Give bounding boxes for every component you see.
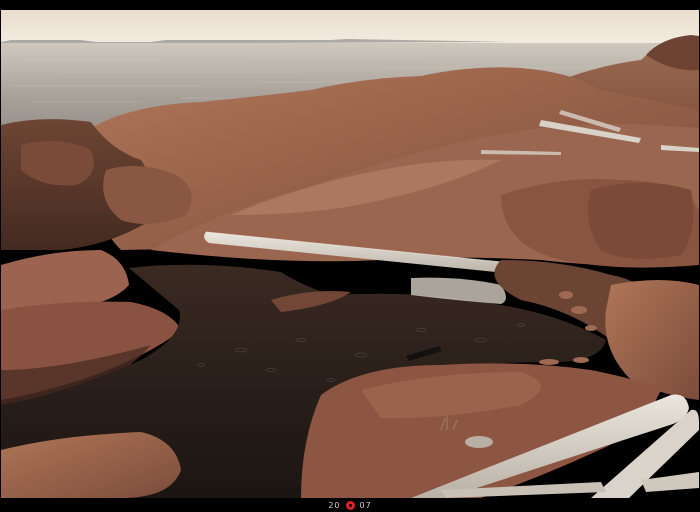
photo-caption: 20 07 [0, 498, 700, 512]
rock-right-boulder-2 [587, 182, 694, 259]
landscape-photo [1, 10, 699, 498]
year-suffix: 07 [359, 500, 372, 510]
year-prefix: 20 [328, 500, 341, 510]
photo-frame: 20 07 [0, 0, 700, 512]
red-circle-logo-icon [345, 500, 355, 510]
small-stone [465, 436, 493, 448]
sky [1, 10, 699, 44]
rocky-shore-scene [1, 10, 699, 498]
